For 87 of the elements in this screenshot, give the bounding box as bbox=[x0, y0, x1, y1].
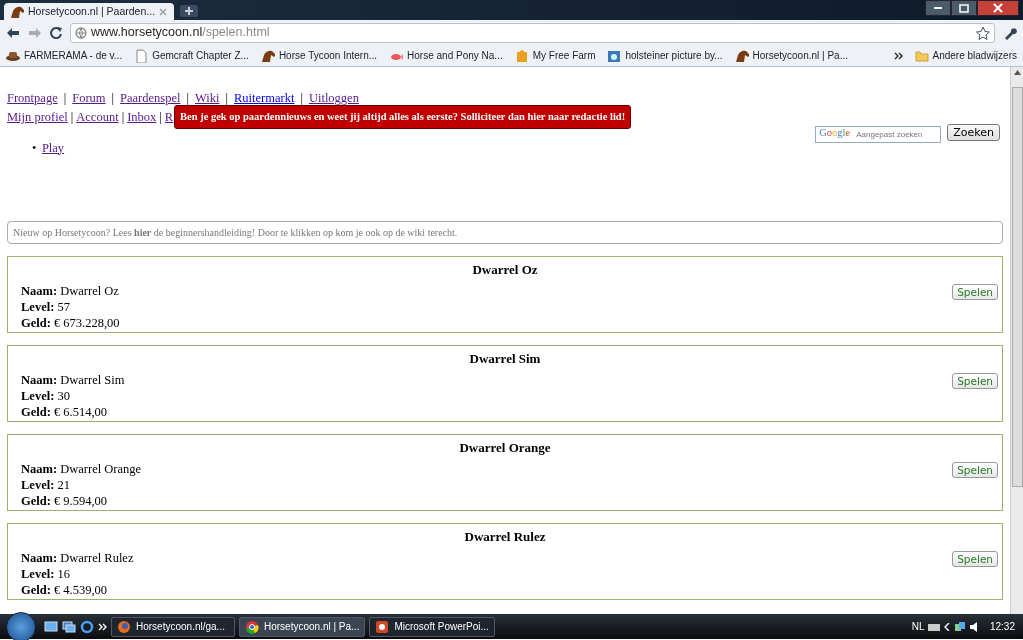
separator: | bbox=[299, 91, 304, 105]
character-field: Naam: Dwarrel Sim bbox=[21, 371, 125, 388]
window-switch-icon[interactable] bbox=[62, 620, 76, 633]
tab-title: Horsetycoon.nl | Paarden... bbox=[28, 3, 156, 19]
character-field: Level: 57 bbox=[21, 298, 70, 315]
character-field: Naam: Dwarrel Oz bbox=[21, 282, 119, 299]
star-icon[interactable] bbox=[976, 25, 990, 40]
search-button[interactable]: Zoeken bbox=[947, 124, 1000, 141]
maximize-button[interactable] bbox=[951, 0, 977, 16]
bullet: • bbox=[32, 140, 37, 155]
clock[interactable]: 12:32 bbox=[989, 619, 1015, 634]
bookmark[interactable]: My Free Farm bbox=[514, 48, 596, 63]
play-button[interactable]: Spelen bbox=[952, 551, 998, 568]
character-title: Dwarrel Orange bbox=[458, 439, 552, 458]
announcement-banner: Ben je gek op paardennieuws en weet jij altijd alles als eerste? Solliciteer dan hier naar redactie lid! bbox=[174, 105, 632, 129]
nav-link[interactable]: R bbox=[164, 109, 174, 124]
keyboard-icon[interactable] bbox=[928, 621, 941, 632]
separator: | bbox=[69, 109, 75, 124]
nav-link[interactable]: Uitloggen bbox=[308, 91, 359, 105]
notice-link[interactable]: hier bbox=[134, 227, 152, 239]
character-title: Dwarrel Sim bbox=[468, 350, 542, 369]
new-tab-button[interactable] bbox=[180, 5, 198, 17]
character-field: Geld: € 4.539,00 bbox=[21, 581, 108, 598]
network-icon[interactable] bbox=[954, 620, 967, 633]
nav-link[interactable]: Frontpage bbox=[7, 91, 58, 105]
url-text: www.horsetycoon.nl/spelen.html bbox=[91, 24, 270, 42]
photo-icon bbox=[607, 48, 622, 63]
maximize-icon bbox=[959, 3, 969, 13]
plus-icon bbox=[185, 7, 193, 15]
language-indicator[interactable]: NL bbox=[911, 619, 925, 634]
page-icon bbox=[134, 48, 149, 63]
folder-icon bbox=[914, 49, 929, 62]
taskbar-button[interactable]: Horsetycoon.nl/ga... bbox=[111, 616, 235, 637]
reload-icon[interactable] bbox=[50, 26, 62, 39]
character-field: Geld: € 9.594,00 bbox=[21, 492, 108, 509]
scroll-up-icon bbox=[1013, 70, 1021, 75]
character-field: Naam: Dwarrel Orange bbox=[21, 460, 142, 477]
minimize-icon bbox=[934, 7, 942, 9]
taskbar-button[interactable]: Horsetycoon.nl | Pa... bbox=[239, 616, 366, 637]
close-button[interactable] bbox=[977, 0, 1019, 16]
announcement-link[interactable]: hier bbox=[527, 111, 546, 122]
play-button[interactable]: Spelen bbox=[952, 462, 998, 479]
nav-link[interactable]: Wiki bbox=[195, 91, 220, 105]
bookmark[interactable]: Horsetycoon.nl | Pa... bbox=[734, 48, 848, 63]
nav-link[interactable]: Account bbox=[76, 109, 119, 124]
globe-icon bbox=[75, 26, 87, 39]
character-field: Level: 21 bbox=[21, 476, 70, 493]
nav-link[interactable]: Paardenspel bbox=[120, 91, 181, 105]
bookmark[interactable]: holsteiner picture by... bbox=[607, 48, 723, 63]
bookmark[interactable]: Horse and Pony Na... bbox=[389, 48, 503, 63]
separator: | bbox=[110, 91, 116, 105]
taskbar-button[interactable]: Microsoft PowerPoi... bbox=[369, 616, 495, 637]
character-field: Naam: Dwarrel Rulez bbox=[21, 549, 134, 566]
presentation-icon bbox=[375, 619, 390, 634]
nav-link[interactable]: Forum bbox=[72, 91, 106, 105]
bookmark[interactable]: Gemcraft Chapter Z... bbox=[134, 48, 249, 63]
desktop-icon[interactable] bbox=[44, 620, 58, 633]
search-brand: Google bbox=[819, 126, 851, 140]
character-title: Dwarrel Oz bbox=[471, 261, 539, 280]
nav-link[interactable]: Inbox bbox=[127, 109, 157, 124]
browser-tab[interactable]: Horsetycoon.nl | Paarden... bbox=[4, 3, 174, 20]
character-field: Level: 30 bbox=[21, 387, 70, 404]
chevron-icon[interactable] bbox=[893, 51, 903, 60]
nav-link[interactable]: Mijn profiel bbox=[7, 109, 68, 124]
close-icon bbox=[993, 3, 1003, 13]
separator: | bbox=[158, 109, 163, 124]
bookmark-folder[interactable]: Andere bladwijzers bbox=[914, 48, 1017, 63]
scrollbar[interactable] bbox=[1010, 67, 1023, 614]
play-button[interactable]: Spelen bbox=[952, 284, 998, 301]
character-field: Geld: € 673.228,00 bbox=[21, 314, 120, 331]
nav-link[interactable]: Ruitermarkt bbox=[234, 91, 295, 105]
wrench-icon[interactable] bbox=[1003, 25, 1017, 40]
minimize-button[interactable] bbox=[925, 0, 951, 16]
separator: | bbox=[224, 91, 229, 105]
play-button[interactable]: Spelen bbox=[952, 373, 998, 390]
bookmark[interactable]: Horse Tycoon Intern... bbox=[260, 48, 378, 63]
separator: | bbox=[120, 109, 126, 124]
separator: | bbox=[185, 91, 190, 105]
character-field: Geld: € 6.514,00 bbox=[21, 403, 108, 420]
menu-link[interactable]: Play bbox=[41, 140, 65, 155]
character-field: Level: 16 bbox=[21, 565, 70, 582]
character-title: Dwarrel Rulez bbox=[463, 528, 547, 547]
separator: | bbox=[62, 91, 68, 105]
address-bar[interactable]: www.horsetycoon.nl/spelen.html bbox=[70, 22, 995, 43]
notice-text: Nieuw op Horsetycoon? Lees hier de beginnershandleiding! Door te klikken op kom je ook op de wiki terecht. bbox=[7, 221, 1003, 245]
back-icon[interactable] bbox=[6, 26, 20, 39]
bookmark[interactable]: FARMERAMA - de v... bbox=[6, 48, 123, 63]
